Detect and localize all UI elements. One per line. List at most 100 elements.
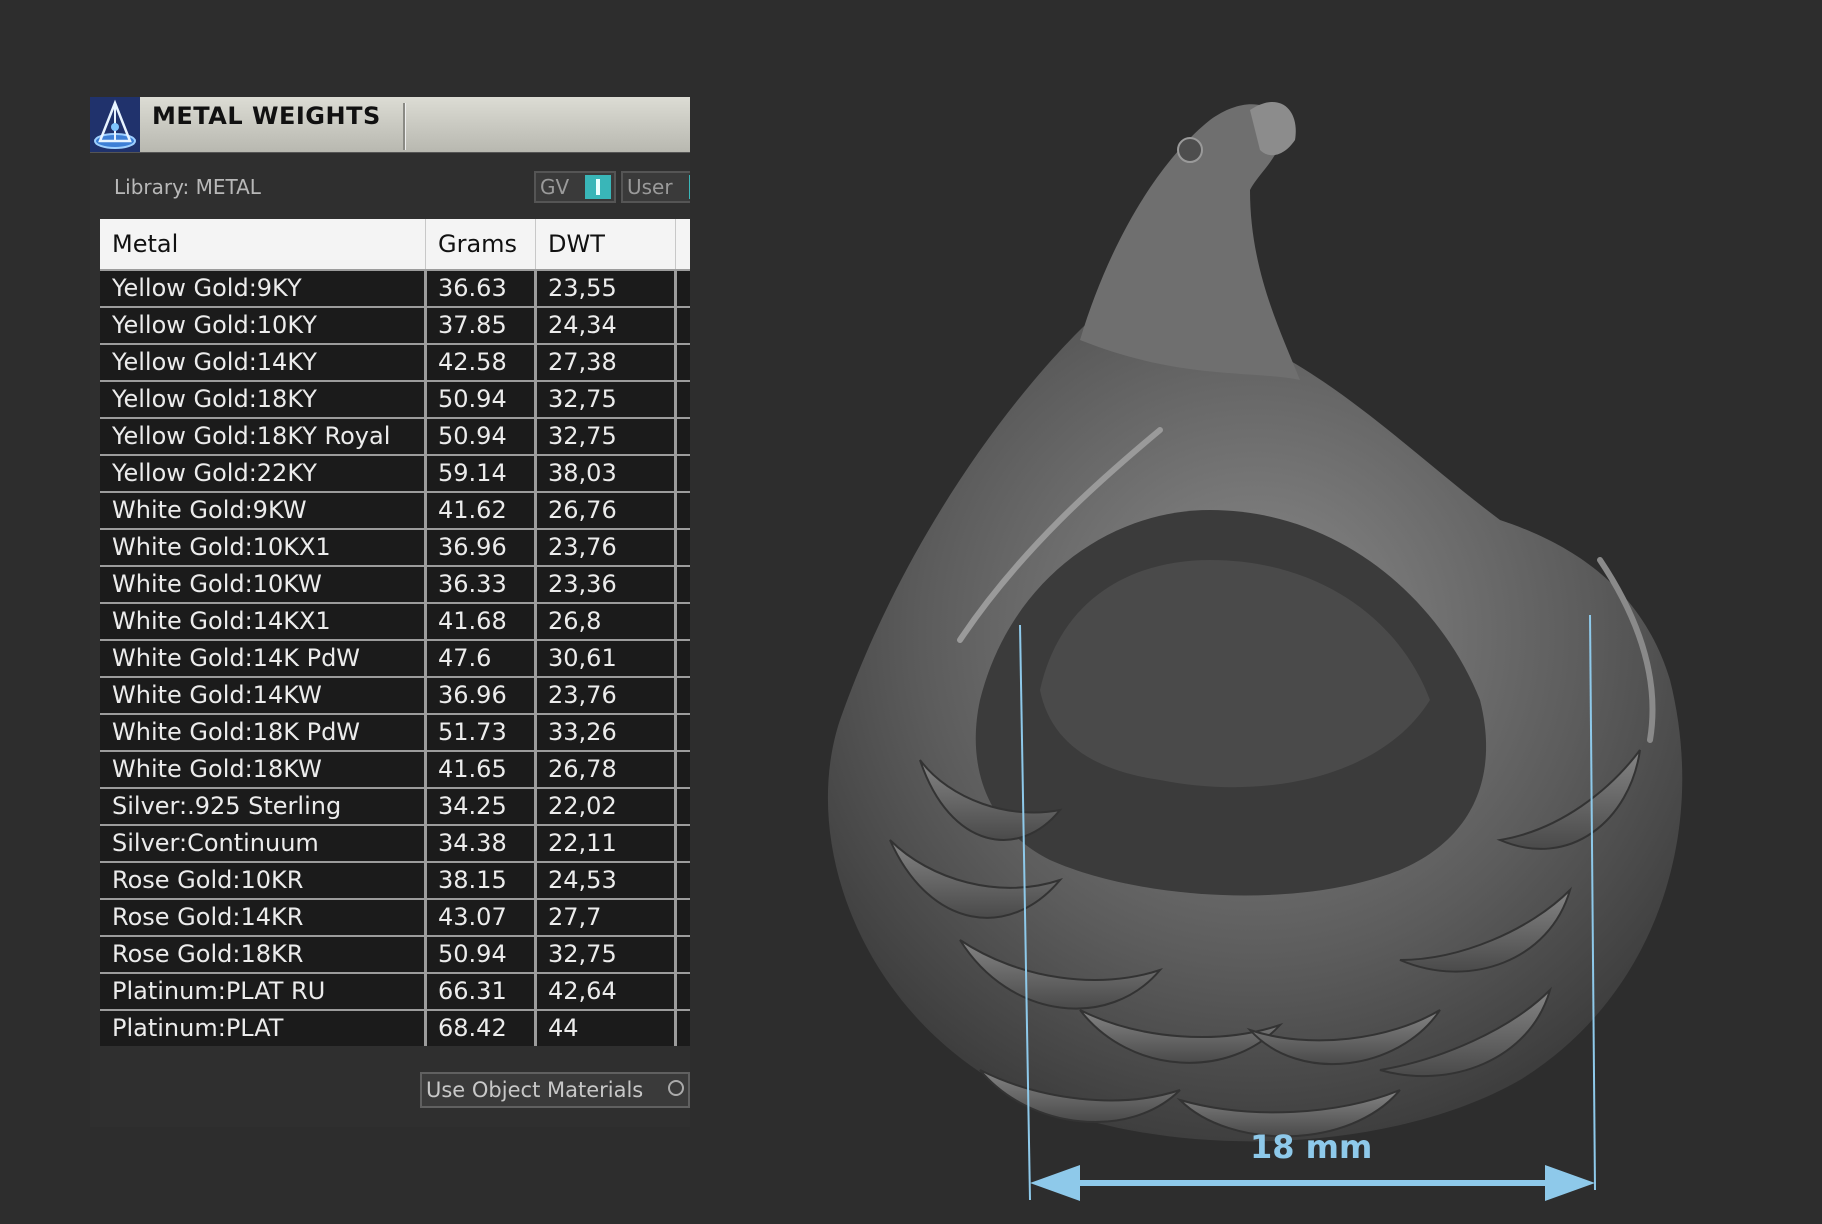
user-switch-icon[interactable] — [689, 175, 690, 199]
column-separator — [674, 1011, 677, 1046]
table-row[interactable]: Yellow Gold:14KY 42.58 27,38 — [100, 343, 690, 380]
panel-title: METAL WEIGHTS — [152, 102, 381, 130]
gv-toggle-label: GV — [540, 175, 570, 199]
cell-metal: White Gold:14KX1 — [112, 607, 331, 635]
column-separator — [424, 530, 427, 565]
column-separator — [424, 641, 427, 676]
cell-grams: 66.31 — [438, 977, 507, 1005]
user-toggle-label: User — [627, 175, 673, 199]
column-separator — [534, 863, 537, 898]
table-row[interactable]: White Gold:14KW 36.96 23,76 — [100, 676, 690, 713]
column-separator — [424, 567, 427, 602]
radio-icon[interactable] — [668, 1080, 684, 1096]
column-separator — [674, 604, 677, 639]
column-separator — [674, 752, 677, 787]
cell-metal: Rose Gold:10KR — [112, 866, 304, 894]
table-row[interactable]: Rose Gold:14KR 43.07 27,7 — [100, 898, 690, 935]
column-separator — [674, 419, 677, 454]
cell-grams: 36.96 — [438, 533, 507, 561]
column-separator — [534, 604, 537, 639]
column-separator — [534, 308, 537, 343]
use-object-materials-button[interactable]: Use Object Materials — [420, 1072, 690, 1108]
column-separator — [534, 345, 537, 380]
column-separator — [424, 308, 427, 343]
cell-grams: 59.14 — [438, 459, 507, 487]
cell-dwt: 24,34 — [548, 311, 617, 339]
table-row[interactable]: White Gold:18K PdW 51.73 33,26 — [100, 713, 690, 750]
table-row[interactable]: Silver:Continuum 34.38 22,11 — [100, 824, 690, 861]
cell-metal: Yellow Gold:22KY — [112, 459, 317, 487]
use-object-materials-label: Use Object Materials — [426, 1078, 644, 1102]
cell-metal: White Gold:14KW — [112, 681, 322, 709]
metal-weights-table: Metal Grams DWT Yellow Gold:9KY 36.63 23,5… — [100, 219, 690, 1061]
table-row[interactable]: Yellow Gold:10KY 37.85 24,34 — [100, 306, 690, 343]
column-separator — [674, 308, 677, 343]
column-separator — [424, 345, 427, 380]
table-row[interactable]: Yellow Gold:18KY 50.94 32,75 — [100, 380, 690, 417]
table-row[interactable]: White Gold:10KX1 36.96 23,76 — [100, 528, 690, 565]
gv-toggle[interactable]: GV — [534, 171, 616, 203]
cell-grams: 68.42 — [438, 1014, 507, 1042]
cell-dwt: 23,76 — [548, 533, 617, 561]
column-separator — [534, 382, 537, 417]
column-separator — [534, 900, 537, 935]
table-row[interactable]: Rose Gold:18KR 50.94 32,75 — [100, 935, 690, 972]
cell-dwt: 22,02 — [548, 792, 617, 820]
table-header: Metal Grams DWT — [100, 219, 690, 269]
column-separator — [534, 715, 537, 750]
column-separator — [674, 900, 677, 935]
column-separator — [424, 863, 427, 898]
table-row[interactable]: Rose Gold:10KR 38.15 24,53 — [100, 861, 690, 898]
cell-dwt: 27,38 — [548, 348, 617, 376]
table-row[interactable]: Platinum:PLAT RU 66.31 42,64 — [100, 972, 690, 1009]
table-row[interactable]: White Gold:10KW 36.33 23,36 — [100, 565, 690, 602]
table-row[interactable]: Yellow Gold:22KY 59.14 38,03 — [100, 454, 690, 491]
table-row[interactable]: White Gold:9KW 41.62 26,76 — [100, 491, 690, 528]
column-separator — [674, 345, 677, 380]
cell-metal: Yellow Gold:10KY — [112, 311, 317, 339]
cell-dwt: 22,11 — [548, 829, 617, 857]
table-row[interactable]: Platinum:PLAT 68.42 44 — [100, 1009, 690, 1046]
table-row[interactable]: White Gold:14KX1 41.68 26,8 — [100, 602, 690, 639]
column-separator — [535, 219, 536, 269]
table-row[interactable]: Yellow Gold:9KY 36.63 23,55 — [100, 269, 690, 306]
user-toggle[interactable]: User — [621, 171, 690, 203]
column-header-metal[interactable]: Metal — [112, 219, 178, 269]
column-separator — [424, 456, 427, 491]
column-separator — [534, 752, 537, 787]
column-header-grams[interactable]: Grams — [438, 219, 517, 269]
table-body: Yellow Gold:9KY 36.63 23,55 Yellow Gold:10K… — [100, 269, 690, 1046]
column-separator — [534, 1011, 537, 1046]
cell-metal: White Gold:18KW — [112, 755, 322, 783]
gv-switch-icon[interactable] — [585, 175, 611, 199]
column-separator — [424, 604, 427, 639]
table-row[interactable]: Yellow Gold:18KY Royal 50.94 32,75 — [100, 417, 690, 454]
cell-dwt: 32,75 — [548, 422, 617, 450]
cell-dwt: 33,26 — [548, 718, 617, 746]
column-separator — [674, 863, 677, 898]
cell-metal: Platinum:PLAT RU — [112, 977, 326, 1005]
panel-header: METAL WEIGHTS — [90, 97, 690, 153]
cell-grams: 36.96 — [438, 681, 507, 709]
metal-weights-panel: METAL WEIGHTS Library: METAL GV User Met… — [90, 97, 690, 1127]
cell-metal: Rose Gold:18KR — [112, 940, 304, 968]
cell-grams: 50.94 — [438, 940, 507, 968]
measurement-label: 18 mm — [1250, 1128, 1373, 1166]
cell-grams: 51.73 — [438, 718, 507, 746]
column-header-dwt[interactable]: DWT — [548, 219, 605, 269]
column-separator — [674, 493, 677, 528]
cell-metal: Yellow Gold:14KY — [112, 348, 317, 376]
table-row[interactable]: White Gold:18KW 41.65 26,78 — [100, 750, 690, 787]
eagle-sculpt — [827, 101, 1683, 1142]
cell-dwt: 42,64 — [548, 977, 617, 1005]
column-separator — [424, 678, 427, 713]
cell-dwt: 23,36 — [548, 570, 617, 598]
column-separator — [424, 271, 427, 306]
cell-metal: Silver:.925 Sterling — [112, 792, 342, 820]
table-row[interactable]: White Gold:14K PdW 47.6 30,61 — [100, 639, 690, 676]
table-row[interactable]: Silver:.925 Sterling 34.25 22,02 — [100, 787, 690, 824]
column-separator — [534, 974, 537, 1009]
matrix-logo-icon — [90, 97, 140, 152]
cell-dwt: 23,76 — [548, 681, 617, 709]
cell-dwt: 26,76 — [548, 496, 617, 524]
